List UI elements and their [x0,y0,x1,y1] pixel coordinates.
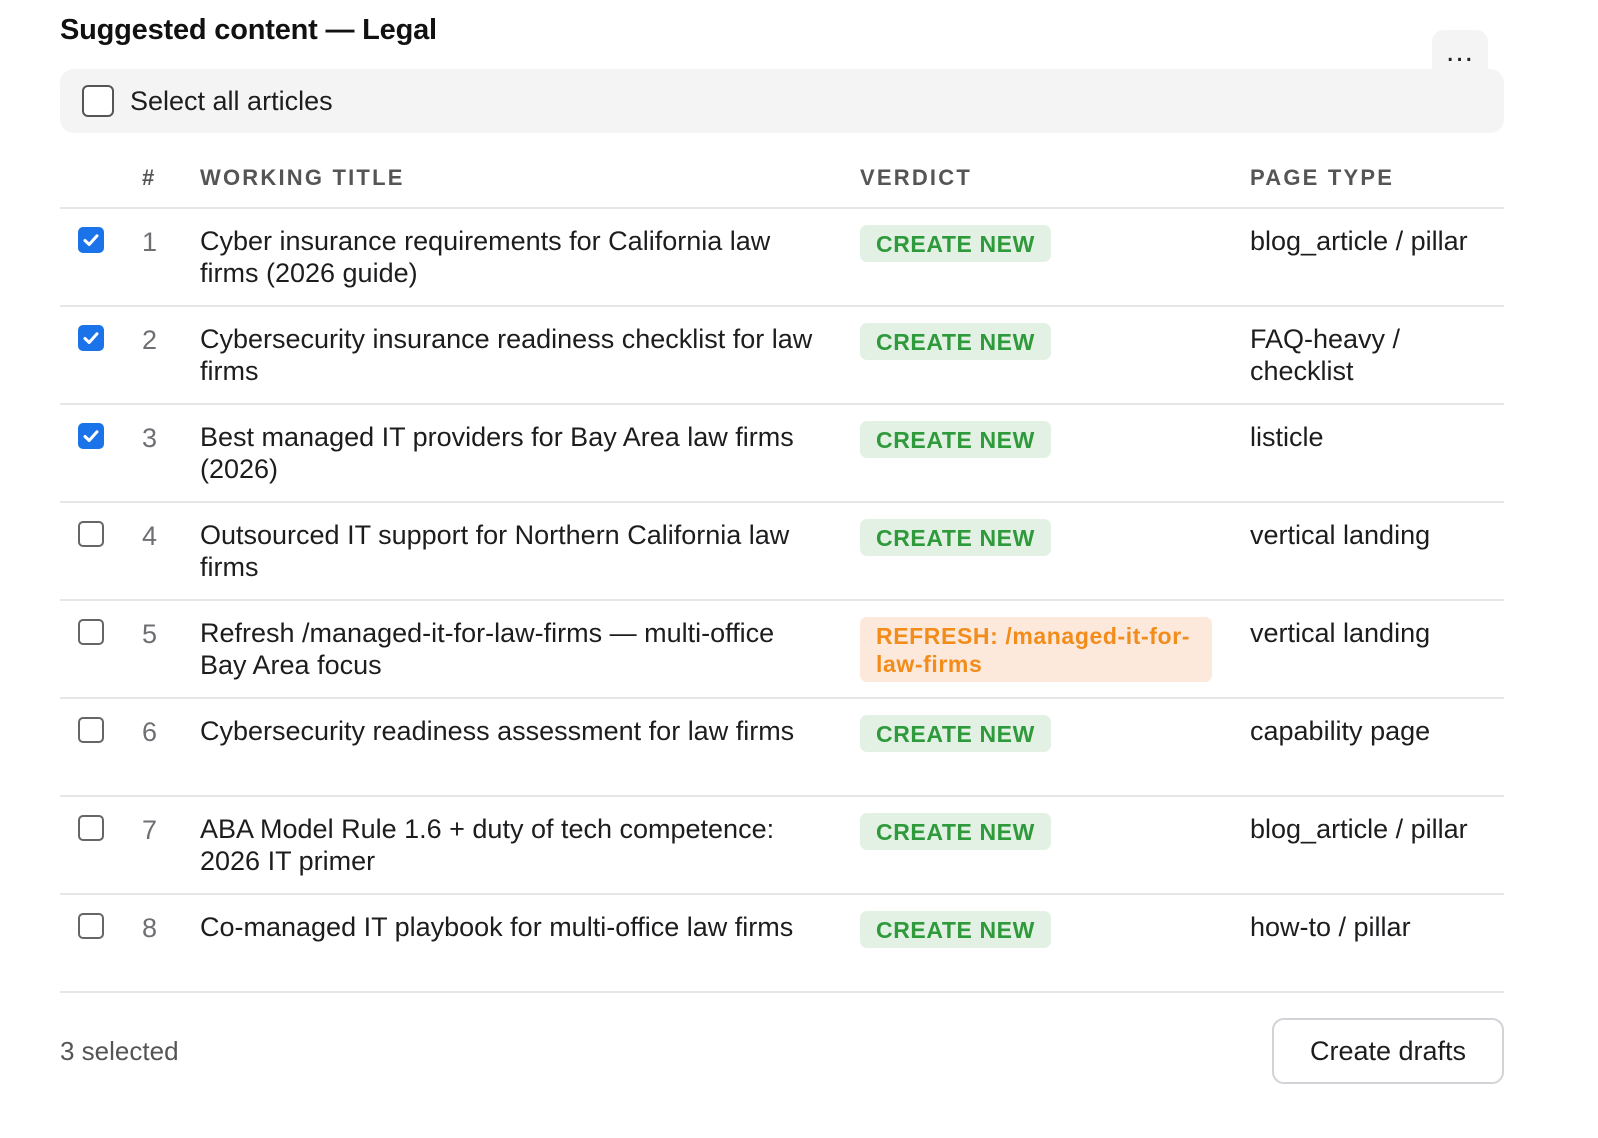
create-drafts-button[interactable]: Create drafts [1272,1018,1504,1084]
page-type: vertical landing [1250,618,1431,648]
suggested-content-panel: Suggested content — Legal ... Select all… [0,0,1598,1138]
table-row: 6 Cybersecurity readiness assessment for… [60,699,1504,797]
table-row: 5 Refresh /managed-it-for-law-firms — mu… [60,601,1504,699]
table-row: 8 Co-managed IT playbook for multi-offic… [60,895,1504,993]
table-body: 1 Cyber insurance requirements for Calif… [60,209,1504,993]
page-type: how-to / pillar [1250,912,1411,942]
verdict-badge: CREATE NEW [860,813,1051,850]
page-type: capability page [1250,716,1431,746]
selected-count: 3 selected [60,1036,179,1066]
table-row: 4 Outsourced IT support for Northern Cal… [60,503,1504,601]
column-header-number: # [142,165,157,190]
page-type: FAQ-heavy / checklist [1250,324,1401,386]
row-number: 5 [142,619,158,649]
row-number: 2 [142,325,158,355]
column-header-verdict: VERDICT [860,165,972,190]
table-row: 7 ABA Model Rule 1.6 + duty of tech comp… [60,797,1504,895]
verdict-badge: CREATE NEW [860,911,1051,948]
column-header-page-type: PAGE TYPE [1250,165,1395,190]
row-checkbox[interactable] [78,619,104,645]
working-title: ABA Model Rule 1.6 + duty of tech compet… [200,814,775,876]
row-number: 1 [142,227,158,257]
working-title: Refresh /managed-it-for-law-firms — mult… [200,618,775,680]
row-number: 6 [142,717,158,747]
row-checkbox[interactable] [78,815,104,841]
select-all-checkbox[interactable] [82,85,114,117]
row-checkbox[interactable] [78,423,104,449]
row-checkbox[interactable] [78,717,104,743]
checkmark-icon [83,234,99,246]
verdict-badge: CREATE NEW [860,323,1051,360]
row-checkbox[interactable] [78,227,104,253]
working-title: Cybersecurity insurance readiness checkl… [200,324,813,386]
working-title: Best managed IT providers for Bay Area l… [200,422,794,484]
column-header-working-title: WORKING TITLE [200,165,405,190]
working-title: Cyber insurance requirements for Califor… [200,226,771,288]
page-type: blog_article / pillar [1250,814,1468,844]
row-number: 7 [142,815,158,845]
row-number: 4 [142,521,158,551]
verdict-badge: REFRESH: /managed-it-for-law-firms [860,617,1212,682]
working-title: Outsourced IT support for Northern Calif… [200,520,790,582]
table-row: 1 Cyber insurance requirements for Calif… [60,209,1504,307]
table-row: 3 Best managed IT providers for Bay Area… [60,405,1504,503]
row-number: 3 [142,423,158,453]
working-title: Co-managed IT playbook for multi-office … [200,912,794,942]
verdict-badge: CREATE NEW [860,421,1051,458]
verdict-badge: CREATE NEW [860,519,1051,556]
table-header: # WORKING TITLE VERDICT PAGE TYPE [60,155,1504,209]
page-type: vertical landing [1250,520,1431,550]
table-row: 2 Cybersecurity insurance readiness chec… [60,307,1504,405]
working-title: Cybersecurity readiness assessment for l… [200,716,795,746]
page-title: Suggested content — Legal [60,14,437,46]
row-checkbox[interactable] [78,521,104,547]
verdict-badge: CREATE NEW [860,225,1051,262]
checkmark-icon [83,430,99,442]
page-type: blog_article / pillar [1250,226,1468,256]
more-icon: ... [1445,35,1474,68]
verdict-badge: CREATE NEW [860,715,1051,752]
row-number: 8 [142,913,158,943]
checkmark-icon [83,332,99,344]
select-all-row[interactable]: Select all articles [60,69,1504,133]
page-type: listicle [1250,422,1324,452]
row-checkbox[interactable] [78,913,104,939]
select-all-label: Select all articles [130,85,333,116]
row-checkbox[interactable] [78,325,104,351]
